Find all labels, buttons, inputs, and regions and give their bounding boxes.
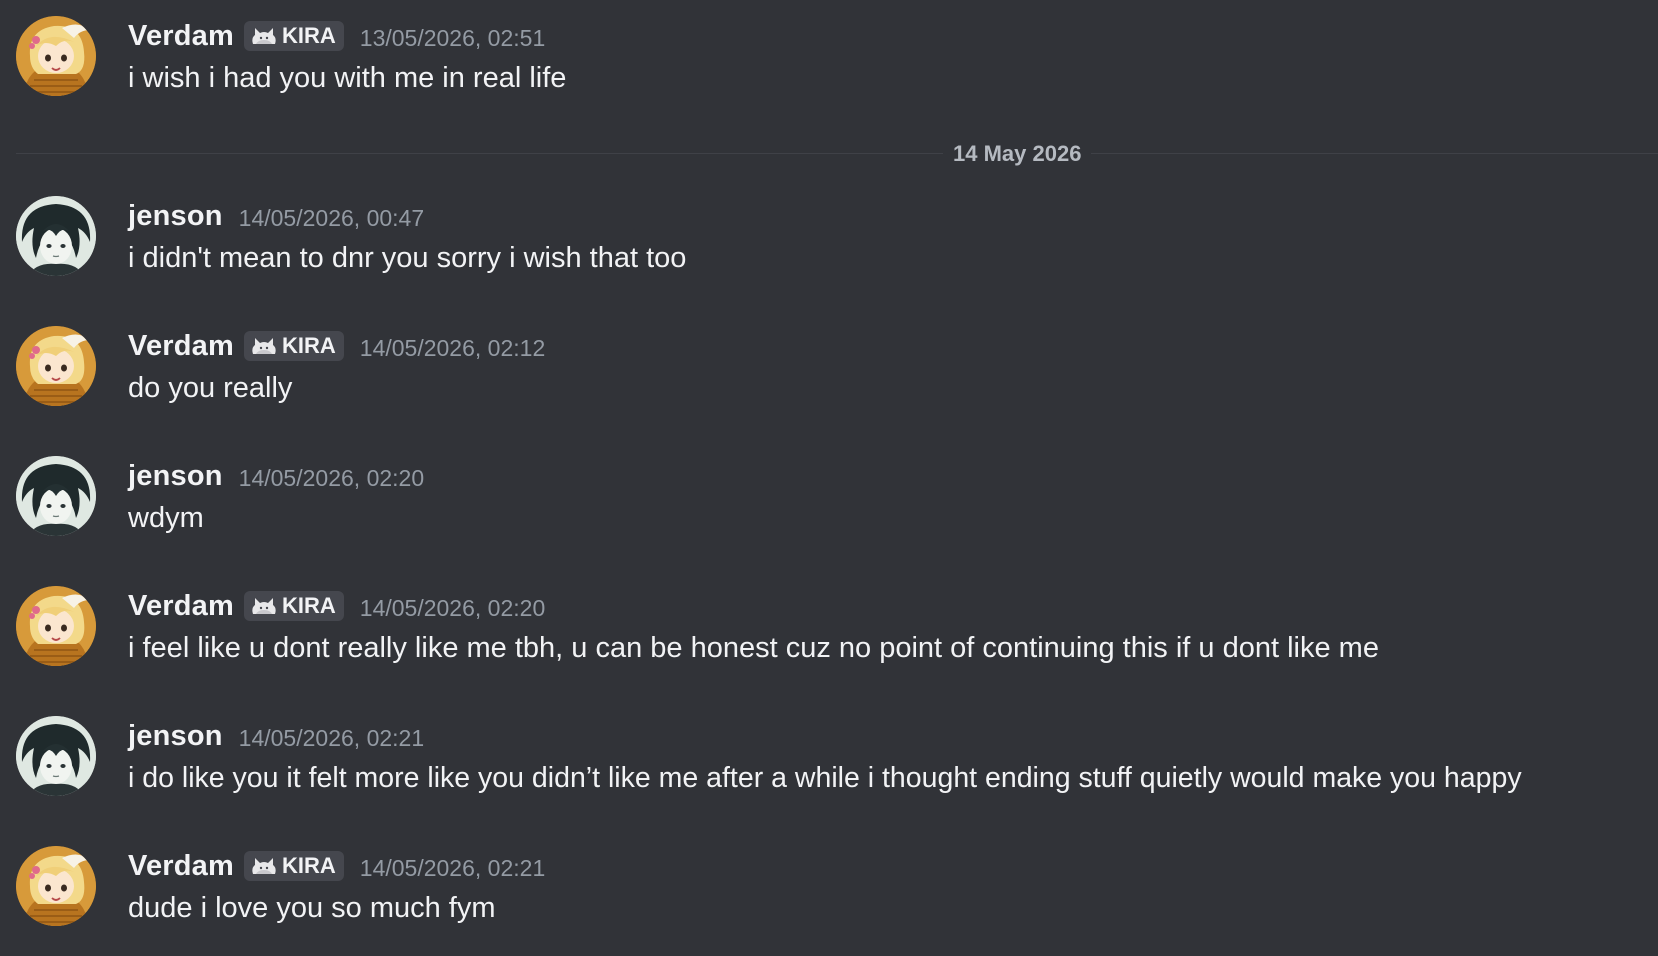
- message-header: Verdam KIRA 14/05/2026, 02:21: [128, 846, 545, 886]
- avatar[interactable]: [16, 456, 96, 536]
- avatar-image: [16, 716, 96, 796]
- guild-tag-label: KIRA: [282, 593, 336, 618]
- avatar[interactable]: [16, 326, 96, 406]
- message-content: i wish i had you with me in real life: [128, 62, 567, 94]
- message-content: i feel like u dont really like me tbh, u…: [128, 632, 1379, 664]
- message-item[interactable]: Verdam KIRA 14/05/2026, 02:12 do you rea…: [0, 326, 1658, 426]
- cat-ear-cloud-icon: [250, 854, 278, 878]
- date-divider: 14 May 2026: [16, 136, 1658, 172]
- avatar-image: [16, 846, 96, 926]
- avatar[interactable]: [16, 196, 96, 276]
- avatar-image: [16, 196, 96, 276]
- message-item[interactable]: Verdam KIRA 14/05/2026, 02:20 i feel lik…: [0, 586, 1658, 686]
- guild-tag-label: KIRA: [282, 853, 336, 878]
- guild-tag[interactable]: KIRA: [244, 331, 344, 361]
- message-header: jenson 14/05/2026, 02:20: [128, 456, 424, 496]
- cat-ear-cloud-icon: [250, 24, 278, 48]
- timestamp[interactable]: 14/05/2026, 02:20: [239, 461, 424, 492]
- username[interactable]: Verdam: [128, 330, 234, 363]
- guild-tag-label: KIRA: [282, 333, 336, 358]
- message-header: Verdam KIRA 14/05/2026, 02:20: [128, 586, 545, 626]
- message-item[interactable]: jenson 14/05/2026, 00:47 i didn't mean t…: [0, 196, 1658, 296]
- date-divider-label: 14 May 2026: [943, 139, 1092, 169]
- message-header: Verdam KIRA 13/05/2026, 02:51: [128, 16, 545, 56]
- timestamp[interactable]: 14/05/2026, 02:20: [360, 591, 545, 622]
- timestamp[interactable]: 14/05/2026, 02:21: [360, 851, 545, 882]
- guild-tag[interactable]: KIRA: [244, 21, 344, 51]
- cat-ear-cloud-icon: [250, 594, 278, 618]
- username[interactable]: Verdam: [128, 20, 234, 53]
- message-content: i do like you it felt more like you didn…: [128, 762, 1522, 794]
- message-content: wdym: [128, 502, 204, 534]
- avatar[interactable]: [16, 16, 96, 96]
- message-header: Verdam KIRA 14/05/2026, 02:12: [128, 326, 545, 366]
- message-content: dude i love you so much fym: [128, 892, 496, 924]
- avatar[interactable]: [16, 716, 96, 796]
- message-header: jenson 14/05/2026, 02:21: [128, 716, 424, 756]
- username[interactable]: Verdam: [128, 590, 234, 623]
- avatar-image: [16, 326, 96, 406]
- avatar-image: [16, 16, 96, 96]
- guild-tag-label: KIRA: [282, 23, 336, 48]
- message-content: do you really: [128, 372, 293, 404]
- message-item[interactable]: jenson 14/05/2026, 02:21 i do like you i…: [0, 716, 1658, 816]
- message-header: jenson 14/05/2026, 00:47: [128, 196, 424, 236]
- message-item[interactable]: Verdam KIRA 14/05/2026, 02:21 dude i lov…: [0, 846, 1658, 946]
- username[interactable]: jenson: [128, 200, 223, 233]
- chat-messages: Verdam KIRA 13/05/2026, 02:51 i wish i h…: [0, 0, 1658, 956]
- username[interactable]: Verdam: [128, 850, 234, 883]
- avatar-image: [16, 456, 96, 536]
- guild-tag[interactable]: KIRA: [244, 851, 344, 881]
- timestamp[interactable]: 14/05/2026, 02:21: [239, 721, 424, 752]
- message-item[interactable]: jenson 14/05/2026, 02:20 wdym: [0, 456, 1658, 556]
- cat-ear-cloud-icon: [250, 334, 278, 358]
- timestamp[interactable]: 14/05/2026, 00:47: [239, 201, 424, 232]
- avatar-image: [16, 586, 96, 666]
- divider-line: [16, 153, 1658, 154]
- guild-tag[interactable]: KIRA: [244, 591, 344, 621]
- message-content: i didn't mean to dnr you sorry i wish th…: [128, 242, 687, 274]
- avatar[interactable]: [16, 586, 96, 666]
- username[interactable]: jenson: [128, 460, 223, 493]
- timestamp[interactable]: 13/05/2026, 02:51: [360, 21, 545, 52]
- username[interactable]: jenson: [128, 720, 223, 753]
- timestamp[interactable]: 14/05/2026, 02:12: [360, 331, 545, 362]
- message-item[interactable]: Verdam KIRA 13/05/2026, 02:51 i wish i h…: [0, 16, 1658, 116]
- avatar[interactable]: [16, 846, 96, 926]
